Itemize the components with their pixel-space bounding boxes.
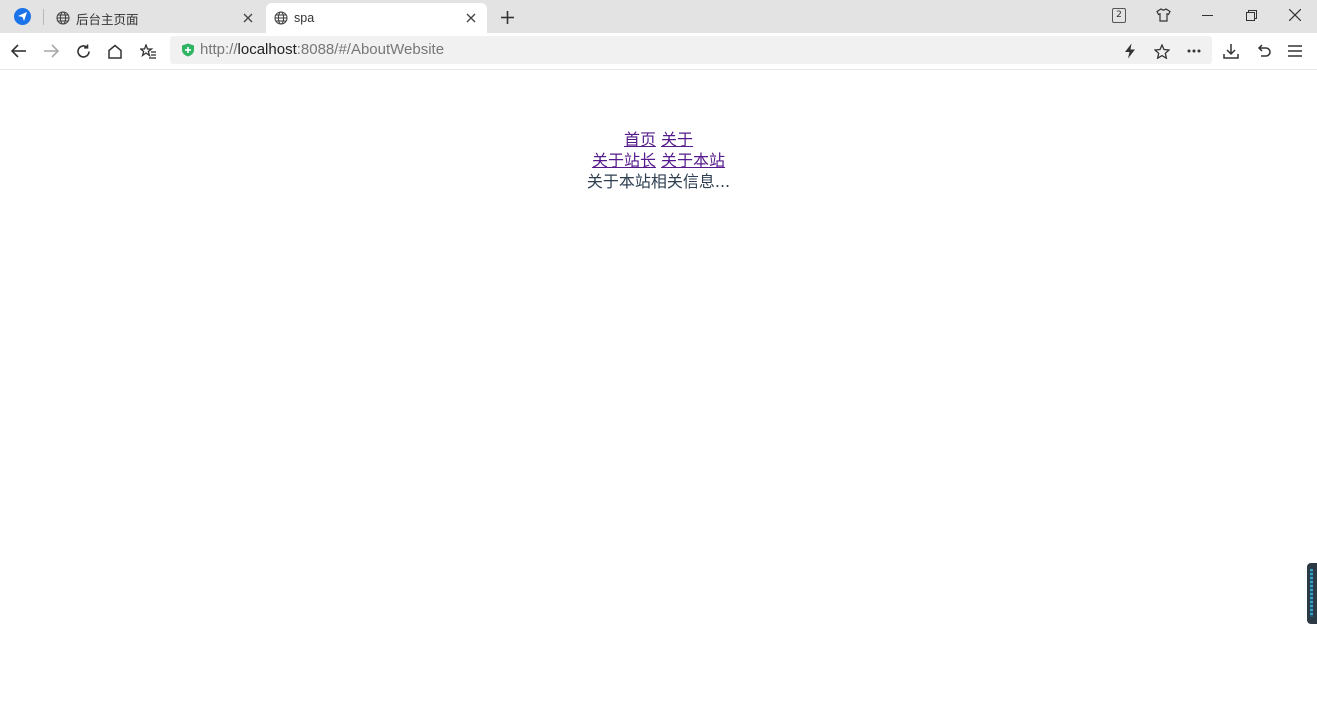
about-website-content: 关于本站相关信息... xyxy=(586,172,731,191)
main-nav: 首页 关于 xyxy=(0,129,1317,150)
tab-strip: 后台主页面 spa 2 xyxy=(0,0,1317,33)
menu-button[interactable] xyxy=(1282,38,1308,64)
speed-mode-button[interactable] xyxy=(1117,38,1143,64)
arrow-right-icon xyxy=(43,44,59,58)
reload-button[interactable] xyxy=(70,38,96,64)
ellipsis-icon xyxy=(1187,49,1201,53)
url-scheme: http:// xyxy=(200,41,238,58)
forward-button[interactable] xyxy=(38,38,64,64)
bookmark-button[interactable] xyxy=(1149,38,1175,64)
minimize-button[interactable] xyxy=(1194,4,1220,26)
browser-window: 后台主页面 spa 2 http://localhost:8088/#/Abou… xyxy=(0,0,1317,726)
subnav-link-about-owner[interactable]: 关于站长 xyxy=(592,151,656,170)
favorites-list-button[interactable] xyxy=(135,38,161,64)
address-bar[interactable]: http://localhost:8088/#/AboutWebsite xyxy=(170,36,1212,64)
star-icon xyxy=(1154,43,1170,59)
undo-icon xyxy=(1256,44,1271,58)
download-button[interactable] xyxy=(1218,38,1244,64)
subnav-link-about-website[interactable]: 关于本站 xyxy=(661,151,725,170)
lightning-icon xyxy=(1124,43,1136,59)
new-tab-button[interactable] xyxy=(496,6,518,28)
download-icon xyxy=(1223,43,1239,59)
send-extension-icon[interactable] xyxy=(14,8,31,25)
shield-icon xyxy=(181,43,195,57)
tab-title: spa xyxy=(294,11,315,25)
skin-button[interactable] xyxy=(1150,4,1176,26)
about-subnav: 关于站长 关于本站 xyxy=(0,150,1317,171)
restore-button[interactable] xyxy=(1238,4,1264,26)
close-icon[interactable] xyxy=(461,8,481,28)
star-list-icon xyxy=(139,43,157,59)
close-icon xyxy=(1289,9,1301,21)
browser-toolbar: http://localhost:8088/#/AboutWebsite xyxy=(0,33,1317,70)
more-button[interactable] xyxy=(1181,38,1207,64)
side-panel-grip xyxy=(1310,569,1313,617)
side-panel-handle[interactable] xyxy=(1307,563,1317,624)
page-viewport: 首页 关于 关于站长 关于本站 关于本站相关信息... xyxy=(0,70,1317,726)
home-icon xyxy=(107,44,123,59)
undo-close-button[interactable] xyxy=(1250,38,1276,64)
close-icon[interactable] xyxy=(238,8,258,28)
close-window-button[interactable] xyxy=(1282,4,1308,26)
home-button[interactable] xyxy=(102,38,128,64)
tab-title: 后台主页面 xyxy=(76,12,139,27)
reload-icon xyxy=(76,44,91,59)
shirt-icon xyxy=(1155,8,1171,22)
tab-count-button[interactable]: 2 xyxy=(1106,4,1132,26)
minimize-icon xyxy=(1201,10,1213,21)
back-button[interactable] xyxy=(6,38,32,64)
nav-link-home[interactable]: 首页 xyxy=(624,130,656,149)
tab-divider xyxy=(43,9,44,25)
tab-count-badge: 2 xyxy=(1112,7,1126,23)
url-text[interactable]: http://localhost:8088/#/AboutWebsite xyxy=(200,41,444,58)
restore-icon xyxy=(1245,9,1257,21)
hamburger-menu-icon xyxy=(1288,45,1302,57)
url-host: localhost xyxy=(237,41,297,58)
tab-admin-home[interactable]: 后台主页面 xyxy=(48,3,264,33)
url-path: :8088/#/AboutWebsite xyxy=(296,41,445,58)
globe-icon xyxy=(274,11,288,25)
nav-link-about[interactable]: 关于 xyxy=(661,130,693,149)
app-root: 首页 关于 关于站长 关于本站 关于本站相关信息... xyxy=(0,129,1317,192)
tab-spa[interactable]: spa xyxy=(266,3,487,33)
arrow-left-icon xyxy=(11,44,27,58)
globe-icon xyxy=(56,11,70,25)
